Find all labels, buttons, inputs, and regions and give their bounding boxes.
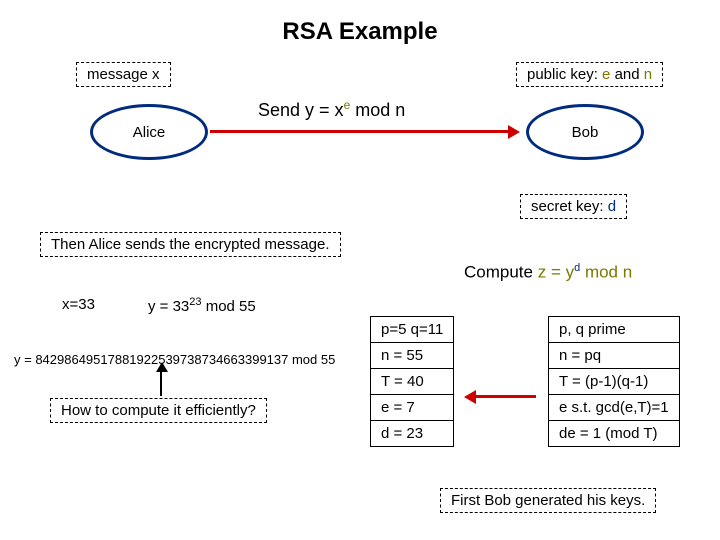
alice-sends-text: Then Alice sends the encrypted message.: [51, 236, 330, 253]
public-key-and: and: [615, 66, 640, 83]
public-key-box: public key: e and n: [516, 62, 663, 87]
send-arrow: [210, 130, 510, 133]
table-arrow: [474, 395, 536, 398]
public-key-n: n: [644, 66, 652, 83]
alice-ellipse: Alice: [90, 104, 208, 160]
send-pre: Send y = x: [258, 100, 344, 120]
lt-r5: d = 23: [371, 421, 454, 447]
y-calc-post: mod 55: [202, 298, 256, 315]
rt-r3: T = (p-1)(q-1): [549, 369, 680, 395]
y-calc-exp: 23: [189, 296, 201, 308]
x-equals: x=33: [62, 296, 95, 313]
send-formula: Send y = xe mod n: [258, 98, 405, 121]
secret-key-d: d: [608, 198, 616, 215]
send-post: mod n: [350, 100, 405, 120]
rt-r2: n = pq: [549, 343, 680, 369]
left-values-table: p=5 q=11 n = 55 T = 40 e = 7 d = 23: [370, 316, 454, 447]
bob-label: Bob: [572, 124, 599, 141]
lt-r4: e = 7: [371, 395, 454, 421]
up-arrow: [160, 372, 162, 396]
compute-line: Compute z = yd mod n: [464, 262, 632, 283]
howto-box: How to compute it efficiently?: [50, 398, 267, 423]
howto-text: How to compute it efficiently?: [61, 402, 256, 419]
right-values-table: p, q prime n = pq T = (p-1)(q-1) e s.t. …: [548, 316, 680, 447]
first-bob-text: First Bob generated his keys.: [451, 492, 645, 509]
lt-r1: p=5 q=11: [371, 317, 454, 343]
y-big: y = 84298649517881922539738734663399137 …: [14, 352, 335, 367]
compute-word: Compute: [464, 263, 533, 282]
rt-r4: e s.t. gcd(e,T)=1: [549, 395, 680, 421]
message-x-label: message x: [87, 66, 160, 83]
message-x-box: message x: [76, 62, 171, 87]
lt-r2: n = 55: [371, 343, 454, 369]
alice-sends-box: Then Alice sends the encrypted message.: [40, 232, 341, 257]
y-calc-pre: y = 33: [148, 298, 189, 315]
alice-label: Alice: [133, 124, 166, 141]
bob-ellipse: Bob: [526, 104, 644, 160]
compute-pre: z = y: [538, 263, 574, 282]
secret-key-label: secret key:: [531, 198, 604, 215]
public-key-e: e: [602, 66, 610, 83]
rt-r1: p, q prime: [549, 317, 680, 343]
lt-r3: T = 40: [371, 369, 454, 395]
compute-post: mod n: [580, 263, 632, 282]
secret-key-box: secret key: d: [520, 194, 627, 219]
first-bob-box: First Bob generated his keys.: [440, 488, 656, 513]
y-calc: y = 3323 mod 55: [148, 296, 256, 315]
page-title: RSA Example: [0, 18, 720, 46]
public-key-label: public key:: [527, 66, 598, 83]
rt-r5: de = 1 (mod T): [549, 421, 680, 447]
